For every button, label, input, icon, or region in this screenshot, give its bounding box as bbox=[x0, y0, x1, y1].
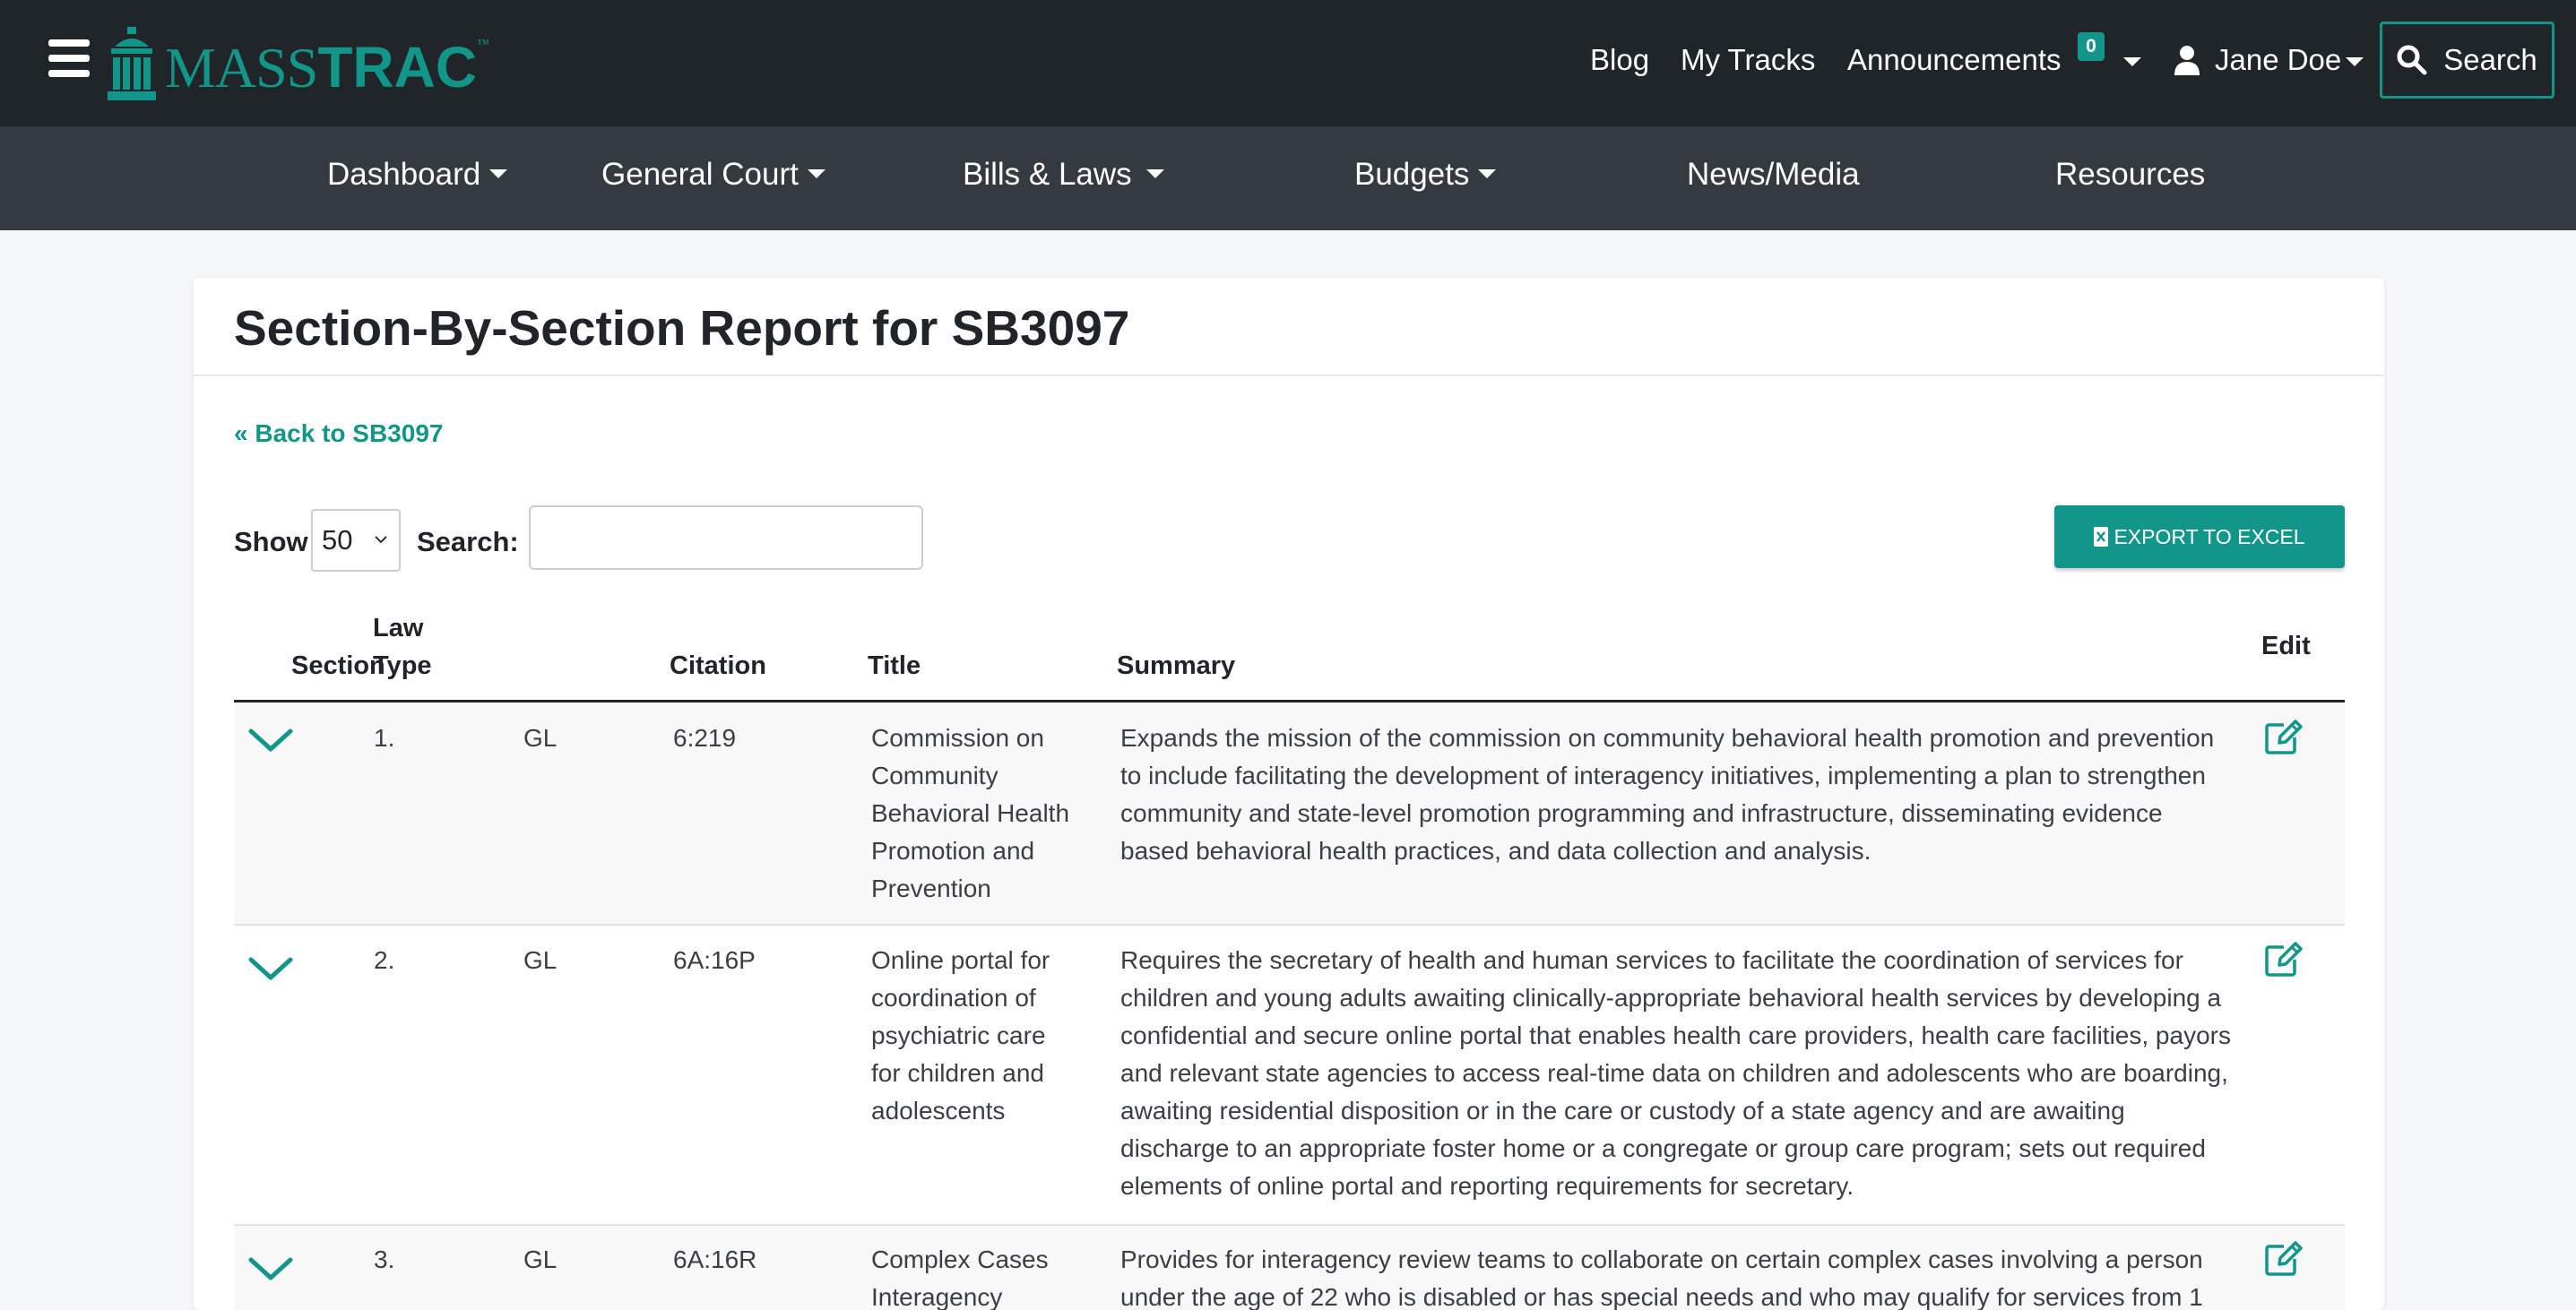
column-header-citation[interactable]: Citation bbox=[670, 647, 766, 685]
nav-blog-link[interactable]: Blog bbox=[1590, 43, 1649, 77]
chevron-down-icon bbox=[489, 168, 508, 178]
row-summary: Provides for interagency review teams to… bbox=[1120, 1245, 2203, 1310]
row-title: Commission on Community Behavioral Healt… bbox=[871, 724, 1070, 902]
subnav-general-court[interactable]: General Court bbox=[601, 157, 826, 193]
chevron-down-icon bbox=[1145, 168, 1164, 178]
user-menu-name[interactable]: Jane Doe bbox=[2215, 43, 2341, 77]
excel-file-icon bbox=[2094, 527, 2109, 547]
column-header-title[interactable]: Title bbox=[868, 647, 921, 685]
show-entries-value: 50 bbox=[322, 524, 353, 556]
page-title: Section-By-Section Report for SB3097 bbox=[234, 300, 1130, 356]
chevron-down-icon bbox=[1478, 168, 1497, 178]
search-icon bbox=[2397, 45, 2427, 75]
row-citation: 6A:16P bbox=[673, 946, 756, 974]
row-summary: Expands the mission of the commission on… bbox=[1120, 724, 2215, 865]
export-button-label: EXPORT TO EXCEL bbox=[2114, 524, 2305, 548]
subnav-dashboard[interactable]: Dashboard bbox=[327, 157, 508, 193]
user-icon bbox=[2174, 46, 2200, 75]
search-button-label: Search bbox=[2443, 43, 2537, 76]
row-law-type: GL bbox=[523, 946, 558, 974]
column-header-law-type-line2[interactable]: Type bbox=[373, 647, 432, 685]
announcements-dropdown-caret-icon[interactable] bbox=[2123, 57, 2141, 66]
global-search-button[interactable]: Search bbox=[2380, 22, 2554, 99]
row-title: Online portal for coordination of psychi… bbox=[871, 946, 1050, 1125]
announcements-count-badge: 0 bbox=[2078, 32, 2105, 61]
row-section: 2. bbox=[374, 946, 395, 974]
nav-my-tracks-link[interactable]: My Tracks bbox=[1681, 43, 1815, 77]
subnav-news-media[interactable]: News/Media bbox=[1687, 157, 1860, 193]
chevron-down-icon bbox=[375, 536, 387, 544]
table-search-label: Search: bbox=[417, 526, 519, 557]
subnav-bills-laws[interactable]: Bills & Laws bbox=[963, 157, 1164, 193]
row-citation: 6:219 bbox=[673, 724, 737, 752]
row-section: 3. bbox=[374, 1245, 395, 1273]
column-header-section[interactable]: Section bbox=[291, 647, 385, 685]
row-law-type: GL bbox=[523, 1245, 558, 1273]
row-divider bbox=[234, 924, 2345, 926]
nav-announcements-link[interactable]: Announcements bbox=[1847, 43, 2062, 77]
row-title: Complex Cases Interagency bbox=[871, 1245, 1049, 1310]
logo-text: MASSTRAC™ bbox=[165, 34, 489, 99]
edit-icon[interactable] bbox=[2264, 718, 2304, 755]
subnav-budgets[interactable]: Budgets bbox=[1354, 157, 1497, 193]
show-entries-label: Show bbox=[234, 526, 308, 557]
expand-row-chevron-icon[interactable] bbox=[247, 954, 294, 983]
column-header-edit: Edit bbox=[2261, 632, 2311, 660]
secondary-navbar: Dashboard General Court Bills & Laws Bud… bbox=[0, 126, 2576, 230]
table-search-input[interactable] bbox=[529, 505, 923, 570]
state-house-logo-icon bbox=[108, 27, 156, 100]
report-card: Section-By-Section Report for SB3097 « B… bbox=[194, 278, 2384, 1310]
export-to-excel-button[interactable]: EXPORT TO EXCEL bbox=[2054, 505, 2345, 568]
row-citation: 6A:16R bbox=[673, 1245, 757, 1273]
top-navbar: MASSTRAC™ Blog My Tracks Announcements 0… bbox=[0, 0, 2576, 126]
hamburger-menu-icon[interactable] bbox=[48, 39, 90, 77]
column-header-summary[interactable]: Summary bbox=[1117, 647, 1235, 685]
column-header-law-type-line1[interactable]: Law bbox=[373, 609, 423, 647]
row-summary: Requires the secretary of health and hum… bbox=[1120, 946, 2231, 1200]
expand-row-chevron-icon[interactable] bbox=[247, 726, 294, 754]
masstrac-logo[interactable]: MASSTRAC™ bbox=[108, 27, 489, 100]
edit-icon[interactable] bbox=[2264, 1239, 2304, 1277]
edit-icon[interactable] bbox=[2264, 940, 2304, 978]
expand-row-chevron-icon[interactable] bbox=[247, 1254, 294, 1283]
chevron-down-icon bbox=[807, 168, 826, 178]
user-dropdown-caret-icon[interactable] bbox=[2346, 57, 2364, 66]
subnav-resources[interactable]: Resources bbox=[2055, 157, 2205, 193]
row-law-type: GL bbox=[523, 724, 558, 752]
card-header: Section-By-Section Report for SB3097 bbox=[194, 278, 2384, 376]
back-to-bill-link[interactable]: « Back to SB3097 bbox=[234, 419, 443, 448]
row-section: 1. bbox=[374, 724, 395, 752]
show-entries-select[interactable]: 50 bbox=[311, 509, 401, 572]
